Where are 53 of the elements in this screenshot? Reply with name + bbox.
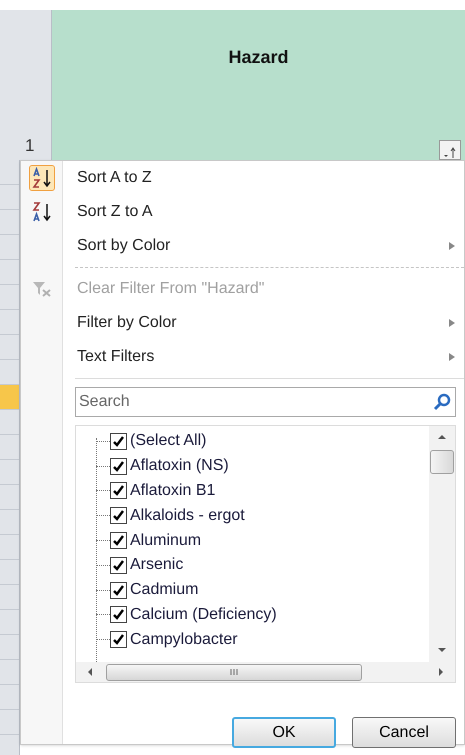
checkbox[interactable] bbox=[110, 556, 127, 574]
submenu-arrow-icon bbox=[448, 352, 456, 362]
check-icon bbox=[112, 460, 125, 473]
dialog-button[interactable]: Cancel bbox=[352, 717, 456, 748]
checkbox[interactable] bbox=[110, 432, 127, 450]
menu-item-label: Sort by Color bbox=[77, 236, 172, 256]
check-icon bbox=[112, 633, 125, 646]
menu-item-label: Clear Filter From "Hazard" bbox=[77, 279, 266, 299]
dialog-button[interactable]: OK bbox=[232, 717, 336, 748]
check-icon bbox=[112, 608, 125, 622]
checkbox[interactable] bbox=[110, 482, 127, 500]
value-label: Calcium (Deficiency) bbox=[130, 604, 277, 625]
check-icon bbox=[112, 509, 125, 522]
check-icon bbox=[112, 484, 125, 498]
checkbox[interactable] bbox=[110, 532, 127, 550]
check-icon bbox=[112, 584, 125, 597]
grip-icon bbox=[229, 668, 239, 676]
menu-item-label: Sort A to Z bbox=[77, 168, 153, 188]
value-label: (Select All) bbox=[130, 431, 206, 452]
column-title: Hazard bbox=[228, 46, 289, 69]
checkbox[interactable] bbox=[110, 458, 127, 475]
checkbox[interactable] bbox=[110, 582, 127, 599]
check-icon bbox=[112, 558, 125, 572]
submenu-arrow-icon bbox=[448, 241, 456, 251]
value-label: Arsenic bbox=[130, 555, 184, 576]
search-input[interactable]: Search bbox=[79, 390, 432, 414]
check-icon bbox=[112, 434, 125, 448]
filter-dropdown-button[interactable] bbox=[439, 140, 461, 160]
menu-item[interactable]: Text Filters bbox=[21, 340, 464, 374]
value-label: Aflatoxin (NS) bbox=[130, 456, 229, 476]
row-number: 1 bbox=[25, 134, 34, 156]
value-label: Cadmium bbox=[130, 580, 198, 600]
submenu-arrow-icon bbox=[448, 318, 456, 328]
value-label: Alkaloids - ergot bbox=[130, 506, 245, 526]
search-icon bbox=[432, 392, 452, 412]
menu-item[interactable]: Sort by Color bbox=[21, 229, 464, 263]
checkbox[interactable] bbox=[110, 507, 127, 524]
menu-item[interactable]: Sort Z to A bbox=[21, 195, 464, 229]
filter-sort-icon bbox=[443, 147, 457, 159]
value-label: Aflatoxin B1 bbox=[130, 480, 216, 501]
search-field[interactable]: Search bbox=[75, 387, 456, 417]
menu-item[interactable]: Filter by Color bbox=[21, 306, 464, 340]
menu-item-label: Sort Z to A bbox=[77, 202, 154, 222]
value-label: Campylobacter bbox=[130, 630, 238, 650]
check-icon bbox=[112, 534, 125, 548]
menu-item-label: Filter by Color bbox=[77, 313, 178, 333]
scrollbar-thumb[interactable] bbox=[106, 664, 362, 680]
menu-item-label: Text Filters bbox=[77, 347, 156, 367]
value-label: Aluminum bbox=[130, 530, 202, 551]
menu-item[interactable]: Sort A to Z bbox=[21, 161, 464, 195]
scrollbar-thumb[interactable] bbox=[430, 450, 454, 474]
checkbox[interactable] bbox=[110, 631, 127, 648]
checkbox[interactable] bbox=[110, 606, 127, 624]
